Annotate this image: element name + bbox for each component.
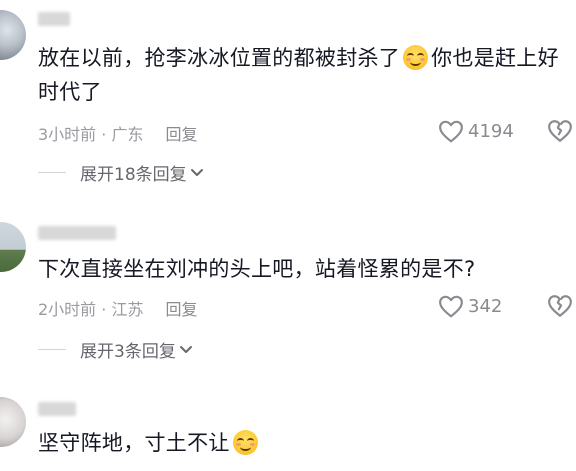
expand-replies-button[interactable]: 展开3条回复 bbox=[38, 337, 193, 362]
divider bbox=[38, 349, 66, 350]
avatar[interactable] bbox=[0, 222, 26, 272]
expand-replies-button[interactable]: 展开18条回复 bbox=[38, 160, 204, 185]
like-button[interactable]: 4194 bbox=[438, 119, 514, 143]
smile-emoji-icon bbox=[403, 44, 429, 70]
like-count: 342 bbox=[468, 295, 503, 317]
username-blurred[interactable] bbox=[38, 12, 70, 26]
broken-heart-icon[interactable] bbox=[547, 118, 573, 144]
comment-time-location: 3小时前 · 广东 bbox=[38, 125, 144, 144]
chevron-down-icon bbox=[179, 345, 192, 353]
comment-list: 放在以前，抢李冰冰位置的都被封杀了 你也是赶上好时代了 3小时前 · 广东 回复 4… bbox=[0, 0, 576, 471]
broken-heart-icon[interactable] bbox=[547, 293, 573, 319]
like-button[interactable]: 342 bbox=[438, 294, 502, 318]
comment-meta: 3小时前 · 广东 回复 bbox=[38, 121, 197, 145]
comment-text-part: 放在以前，抢李冰冰位置的都被封杀了 bbox=[38, 46, 401, 70]
like-count: 4194 bbox=[468, 120, 514, 142]
username-blurred[interactable] bbox=[38, 402, 76, 416]
divider bbox=[38, 172, 66, 173]
expand-replies-label: 展开3条回复 bbox=[80, 342, 176, 362]
comment-text: 放在以前，抢李冰冰位置的都被封杀了 你也是赶上好时代了 bbox=[38, 41, 570, 109]
comment-time-location: 2小时前 · 江苏 bbox=[38, 300, 144, 319]
comment-text: 坚守阵地，寸土不让 bbox=[38, 426, 261, 460]
reply-button[interactable]: 回复 bbox=[165, 300, 197, 319]
reply-button[interactable]: 回复 bbox=[165, 125, 197, 144]
comment-meta: 2小时前 · 江苏 回复 bbox=[38, 296, 197, 320]
avatar[interactable] bbox=[0, 397, 26, 447]
smile-emoji-icon bbox=[232, 429, 258, 455]
heart-icon bbox=[439, 120, 463, 143]
comment-text: 下次直接坐在刘冲的头上吧，站着怪累的是不? bbox=[38, 257, 476, 281]
avatar[interactable] bbox=[0, 10, 26, 60]
expand-replies-label: 展开18条回复 bbox=[80, 165, 187, 185]
chevron-down-icon bbox=[190, 168, 203, 176]
heart-icon bbox=[439, 295, 463, 318]
comment-text-part: 坚守阵地，寸土不让 bbox=[38, 431, 230, 455]
username-blurred[interactable] bbox=[38, 226, 116, 240]
